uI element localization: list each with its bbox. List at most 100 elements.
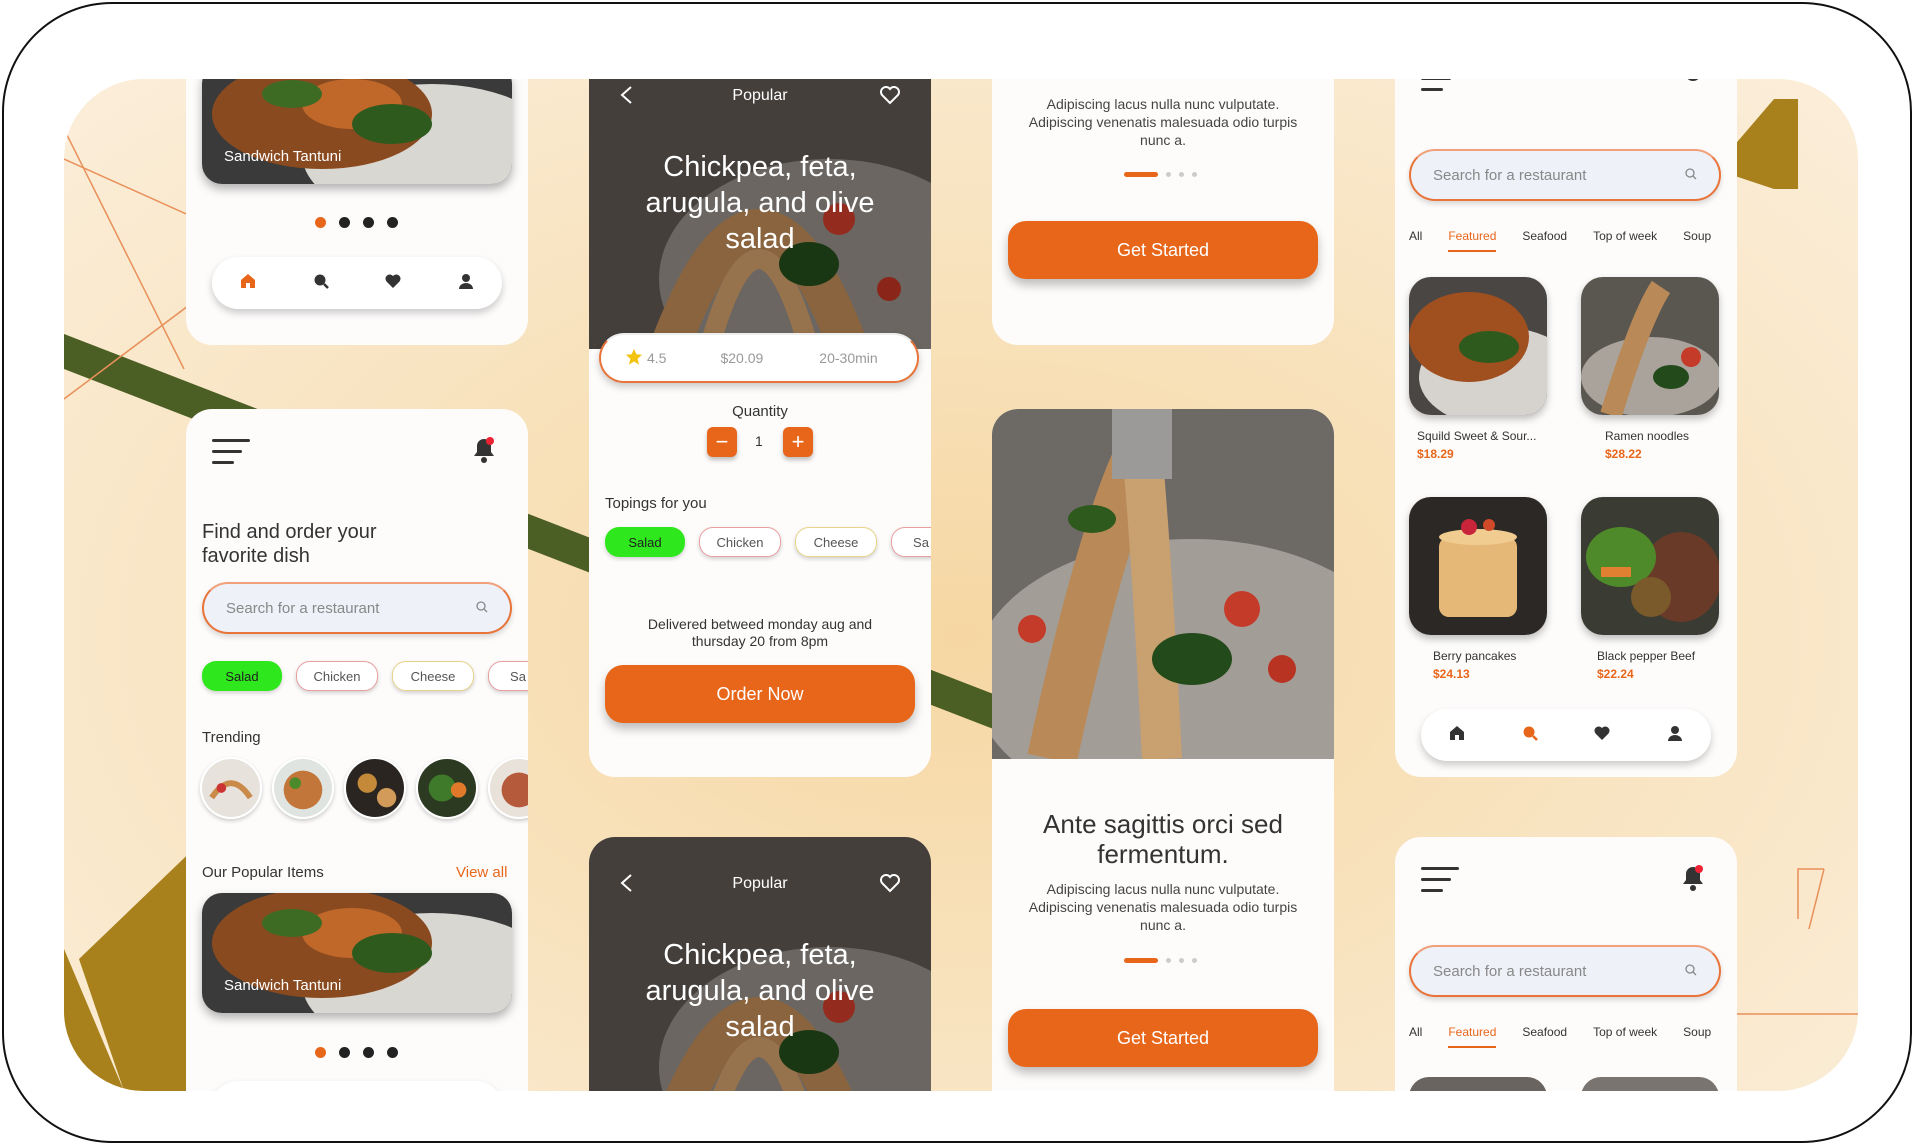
item-price: $28.22 [1605, 447, 1642, 461]
search-input[interactable]: Search for a restaurant [1409, 149, 1721, 201]
trending-item[interactable] [344, 757, 406, 819]
popular-item-photo[interactable]: Sandwich Tantuni [202, 893, 512, 1013]
food-item-card[interactable] [1581, 497, 1719, 635]
menu-icon[interactable] [1421, 867, 1459, 900]
tab-seafood[interactable]: Seafood [1522, 1025, 1567, 1039]
tab-top-of-week[interactable]: Top of week [1593, 1025, 1657, 1039]
headline-line1: Find and order your [202, 521, 377, 543]
favorite-icon[interactable] [879, 85, 901, 110]
detail-screen-repeat: Popular Chickpea, feta, arugula, and oli… [589, 837, 931, 1091]
dish-title-line2: arugula, and olive [645, 975, 875, 1007]
popular-label: Our Popular Items [202, 864, 324, 881]
chip-cheese[interactable]: Cheese [392, 661, 474, 691]
delivery-line2: thursday 20 from 8pm [691, 633, 829, 649]
rating-value: 4.5 [647, 350, 667, 366]
price-value: $20.09 [720, 350, 764, 366]
browse-screen-repeat: Search for a restaurant All Featured Sea… [1395, 837, 1737, 1091]
tab-soup[interactable]: Soup [1683, 229, 1711, 243]
increase-button[interactable]: + [783, 427, 813, 457]
tab-top-of-week[interactable]: Top of week [1593, 229, 1657, 243]
home-icon[interactable] [240, 273, 256, 294]
item-price: $18.29 [1417, 447, 1454, 461]
onboarding-body-line2: Adipiscing venenatis malesuada odio turp… [1028, 114, 1298, 130]
bottom-nav [1421, 709, 1711, 761]
toppings-label: Topings for you [605, 495, 707, 512]
photo-caption: Sandwich Tantuni [224, 148, 342, 165]
bell-icon[interactable] [1681, 79, 1705, 92]
dish-title-line1: Chickpea, feta, [663, 939, 857, 971]
menu-icon[interactable] [1421, 79, 1459, 99]
tab-seafood[interactable]: Seafood [1522, 229, 1567, 243]
topping-chicken[interactable]: Chicken [699, 527, 781, 557]
dish-title-line1: Chickpea, feta, [663, 151, 857, 183]
thumbnail-peek [1409, 1077, 1547, 1091]
topping-salad[interactable]: Salad [605, 527, 685, 557]
presentation-frame: Sandwich Tantuni Find and order your fav… [2, 2, 1912, 1143]
food-item-card[interactable] [1409, 277, 1547, 415]
home-screen: Find and order your favorite dish Search… [186, 409, 528, 1091]
onboarding-body-line1: Adipiscing lacus nulla nunc vulputate. [1046, 881, 1280, 897]
page-indicator[interactable] [1124, 958, 1197, 963]
search-input[interactable]: Search for a restaurant [202, 582, 512, 634]
topping-partial[interactable]: Sa [891, 527, 931, 557]
search-input[interactable]: Search for a restaurant [1409, 945, 1721, 997]
delivery-line1: Delivered betweed monday aug and [647, 616, 873, 632]
tab-soup[interactable]: Soup [1683, 1025, 1711, 1039]
info-bar: 4.5 $20.09 20-30min [599, 333, 919, 383]
onboarding-body-line3: nunc a. [1140, 132, 1186, 148]
onboarding-card-top: Adipiscing lacus nulla nunc vulputate. A… [992, 79, 1334, 345]
onboarding-heading-line2: fermentum. [1097, 839, 1229, 869]
order-now-button[interactable]: Order Now [605, 665, 915, 723]
chip-salad[interactable]: Salad [202, 661, 282, 691]
get-started-button[interactable]: Get Started [1008, 1009, 1318, 1067]
view-all-link[interactable]: View all [456, 864, 507, 881]
search-icon[interactable] [1522, 725, 1538, 746]
quantity-label: Quantity [732, 403, 788, 420]
onboarding-body-line1: Adipiscing lacus nulla nunc vulputate. [1046, 96, 1280, 112]
heart-icon[interactable] [1594, 725, 1610, 746]
tab-featured[interactable]: Featured [1448, 1025, 1497, 1048]
trending-item[interactable] [416, 757, 478, 819]
browse-screen: Search for a restaurant All Featured Sea… [1395, 79, 1737, 777]
menu-icon[interactable] [212, 439, 250, 472]
page-indicator[interactable] [1124, 172, 1197, 177]
tab-featured[interactable]: Featured [1448, 229, 1497, 252]
food-item-card[interactable] [1581, 277, 1719, 415]
carousel-dots[interactable] [315, 217, 398, 228]
trending-item[interactable] [488, 757, 528, 819]
home-icon[interactable] [1449, 725, 1465, 746]
tab-all[interactable]: All [1409, 1025, 1422, 1039]
star-icon [625, 348, 643, 369]
item-name: Ramen noodles [1605, 429, 1690, 443]
mockup-stage: Sandwich Tantuni Find and order your fav… [64, 79, 1858, 1091]
time-value: 20-30min [819, 350, 878, 366]
chip-chicken[interactable]: Chicken [296, 661, 378, 691]
quantity-value: 1 [755, 433, 763, 449]
tab-all[interactable]: All [1409, 229, 1422, 243]
bottom-nav [212, 257, 502, 309]
detail-screen: Popular Chickpea, feta, arugula, and oli… [589, 79, 931, 777]
pasta-fork-photo [992, 409, 1334, 759]
profile-icon[interactable] [1667, 725, 1683, 746]
profile-icon[interactable] [458, 273, 474, 294]
search-icon[interactable] [313, 273, 329, 294]
bell-icon[interactable] [1681, 865, 1705, 896]
chip-partial[interactable]: Sa [488, 661, 528, 691]
decrease-button[interactable]: − [707, 427, 737, 457]
search-icon [476, 600, 488, 617]
dish-title-line3: salad [725, 1011, 795, 1043]
bottom-nav [212, 1081, 502, 1091]
carousel-dots[interactable] [315, 1047, 398, 1058]
heart-icon[interactable] [385, 273, 401, 294]
search-placeholder: Search for a restaurant [226, 599, 380, 617]
food-item-card[interactable] [1409, 497, 1547, 635]
search-placeholder: Search for a restaurant [1433, 962, 1587, 980]
get-started-button[interactable]: Get Started [1008, 221, 1318, 279]
topping-cheese[interactable]: Cheese [795, 527, 877, 557]
favorite-icon[interactable] [879, 873, 901, 898]
bell-icon[interactable] [472, 437, 496, 468]
search-icon [1685, 167, 1697, 184]
trending-item[interactable] [200, 757, 262, 819]
trending-item[interactable] [272, 757, 334, 819]
photo-caption: Sandwich Tantuni [224, 977, 342, 994]
